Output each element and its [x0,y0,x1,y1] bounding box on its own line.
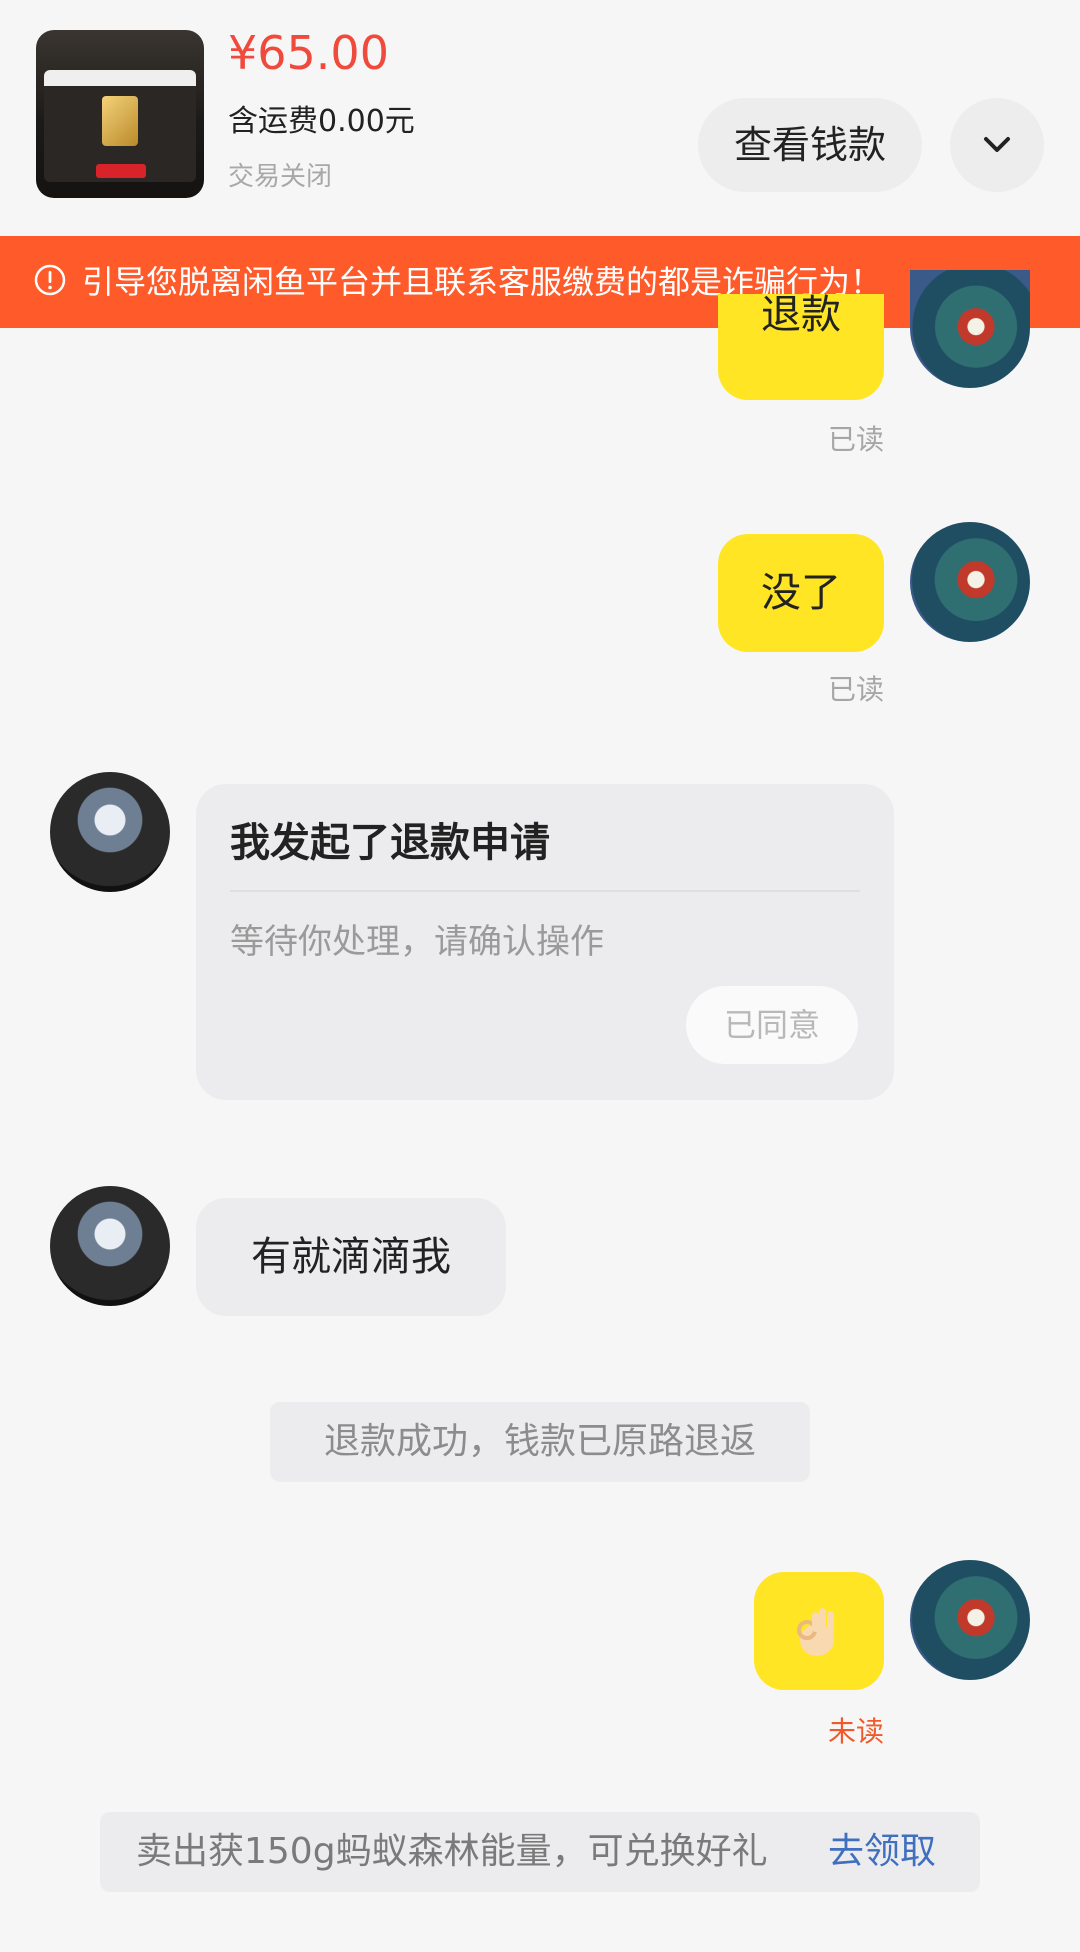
my-message-bubble[interactable]: 没了 [718,534,884,652]
my-message-bubble[interactable]: 退款 [718,292,884,400]
my-avatar[interactable] [910,270,1030,388]
seller-avatar[interactable] [50,772,170,892]
thumbnail-red-button [96,164,146,178]
read-status: 已读 [828,423,885,456]
thumbnail-dialog-graphic [44,70,196,182]
my-avatar[interactable] [910,1560,1030,1680]
ok-hand-emoji [797,1608,834,1656]
thumbnail-dialog-titlebar [44,70,196,86]
refund-request-card[interactable]: 我发起了退款申请 等待你处理，请确认操作 已同意 [196,784,894,1100]
expand-button[interactable] [950,98,1044,192]
message-text: 退款 [761,292,841,338]
read-status: 已读 [828,673,885,706]
my-avatar[interactable] [910,522,1030,642]
seller-avatar[interactable] [50,1186,170,1306]
message-text: 没了 [761,570,841,616]
my-message-bubble[interactable] [754,1572,884,1690]
refund-card-title: 我发起了退款申请 [230,820,550,866]
exclamation-circle-icon [34,264,66,296]
gold-bar-icon [102,96,138,146]
order-status: 交易关闭 [228,162,333,192]
chevron-down-icon [984,137,1010,152]
system-notice: 退款成功，钱款已原路退返 [270,1402,810,1482]
message-text: 有就滴滴我 [251,1234,451,1280]
product-thumbnail[interactable] [36,30,204,198]
order-header: ¥65.00 含运费0.00元 交易关闭 查看钱款 [0,0,1080,236]
shipping-fee: 含运费0.00元 [228,104,415,139]
unread-status: 未读 [828,1715,885,1748]
promo-text: 卖出获150g蚂蚁森林能量，可兑换好礼 [136,1831,768,1872]
refund-card-subtitle: 等待你处理，请确认操作 [230,922,604,962]
divider [230,890,860,892]
promo-bar: 卖出获150g蚂蚁森林能量，可兑换好礼 去领取 [100,1812,980,1892]
claim-link[interactable]: 去领取 [828,1812,936,1892]
order-price: ¥65.00 [228,26,389,80]
their-message-bubble[interactable]: 有就滴滴我 [196,1198,506,1316]
agreed-button[interactable]: 已同意 [686,986,858,1064]
view-money-button[interactable]: 查看钱款 [698,98,922,192]
